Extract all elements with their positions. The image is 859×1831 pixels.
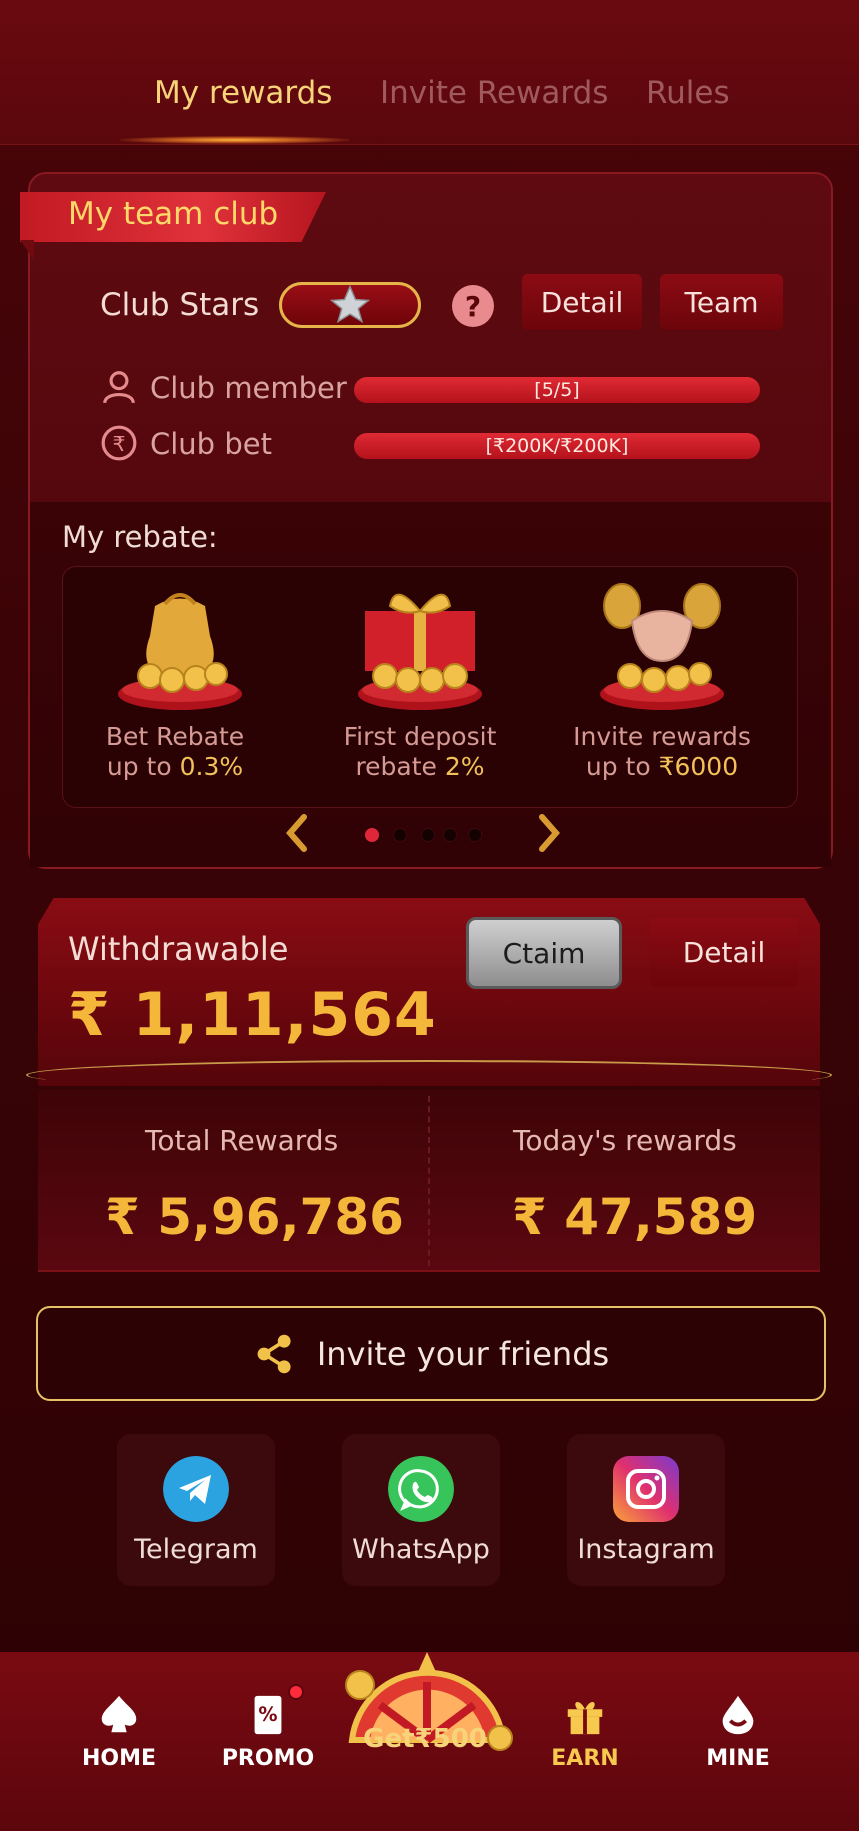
handshake-icon: [600, 583, 724, 710]
rebate-item-deposit: First deposit rebate 2%: [305, 722, 535, 782]
carousel-dot[interactable]: [365, 828, 379, 842]
share-icon: [257, 1334, 291, 1373]
totals-divider: [428, 1096, 430, 1266]
rebate-item-value: ₹6000: [658, 752, 739, 781]
rebate-item-invite: Invite rewards up to ₹6000: [547, 722, 777, 782]
carousel-dot[interactable]: [443, 828, 457, 842]
carousel-dot[interactable]: [393, 828, 407, 842]
tab-invite-rewards[interactable]: Invite Rewards: [380, 75, 608, 111]
invite-friends-button[interactable]: Invite your friends: [36, 1306, 826, 1401]
club-title: My team club: [68, 196, 279, 232]
club-member-label: Club member: [150, 371, 347, 405]
rebate-item-value: 2%: [444, 752, 485, 781]
carousel-dot[interactable]: [468, 828, 482, 842]
nav-mine-label: MINE: [706, 1746, 770, 1771]
withdrawable-amount: ₹ 1,11,564: [68, 980, 437, 1050]
rebate-item-bet: Bet Rebate up to 0.3%: [60, 722, 290, 782]
nav-earn[interactable]: EARN: [525, 1692, 645, 1771]
whatsapp-label: WhatsApp: [352, 1534, 490, 1565]
share-telegram[interactable]: Telegram: [117, 1434, 275, 1586]
instagram-icon: [613, 1456, 679, 1522]
spade-icon: [101, 1695, 137, 1733]
rupee-icon: ₹: [101, 425, 137, 461]
tab-rules[interactable]: Rules: [646, 75, 730, 111]
rebate-item-value: 0.3%: [179, 752, 244, 781]
profile-drop-icon: [722, 1695, 754, 1735]
rebate-label: My rebate:: [62, 520, 218, 554]
instagram-label: Instagram: [577, 1534, 715, 1565]
share-instagram[interactable]: Instagram: [567, 1434, 725, 1586]
tab-my-rewards[interactable]: My rewards: [154, 75, 332, 111]
total-rewards-amount: ₹ 5,96,786: [105, 1188, 404, 1246]
nav-promo-label: PROMO: [221, 1746, 315, 1771]
club-detail-button[interactable]: Detail: [522, 274, 642, 330]
chevron-right-icon[interactable]: [530, 813, 564, 853]
user-icon: [103, 371, 135, 404]
rebate-item-prefix: up to: [106, 752, 180, 781]
tab-bar: [0, 0, 859, 145]
money-bag-icon: [118, 593, 242, 710]
carousel-dot[interactable]: [421, 828, 435, 842]
rebate-item-prefix: up to: [585, 752, 659, 781]
notification-dot: [288, 1684, 304, 1700]
active-tab-indicator: [120, 136, 350, 144]
whatsapp-icon: [388, 1456, 454, 1522]
gold-divider: [26, 1060, 832, 1090]
rebate-item-prefix: rebate: [355, 752, 445, 781]
club-team-button[interactable]: Team: [660, 274, 783, 330]
help-icon[interactable]: ?: [452, 285, 494, 327]
nav-home[interactable]: HOME: [59, 1692, 179, 1771]
get-bonus-label[interactable]: Get₹500: [350, 1724, 500, 1754]
share-whatsapp[interactable]: WhatsApp: [342, 1434, 500, 1586]
chevron-left-icon[interactable]: [282, 813, 316, 853]
telegram-icon: [163, 1456, 229, 1522]
telegram-label: Telegram: [134, 1534, 258, 1565]
nav-home-label: HOME: [81, 1746, 157, 1771]
today-rewards-amount: ₹ 47,589: [512, 1188, 758, 1246]
rebate-item-sub: up to ₹6000: [547, 752, 777, 782]
rebate-item-title: Bet Rebate: [105, 722, 245, 751]
rebate-item-sub: up to 0.3%: [60, 752, 290, 782]
gift-box-icon: [358, 593, 482, 710]
club-stars-label: Club Stars: [100, 287, 260, 323]
withdrawable-label: Withdrawable: [68, 930, 289, 968]
withdraw-detail-button[interactable]: Detail: [650, 918, 798, 986]
nav-earn-label: EARN: [551, 1746, 619, 1771]
today-rewards-label: Today's rewards: [513, 1124, 737, 1157]
promo-ticket-icon: %: [254, 1695, 282, 1735]
invite-friends-label: Invite your friends: [316, 1334, 610, 1373]
svg-text:%: %: [258, 1703, 277, 1726]
total-rewards-label: Total Rewards: [145, 1124, 339, 1157]
rebate-item-sub: rebate 2%: [305, 752, 535, 782]
rebate-item-title: Invite rewards: [573, 722, 751, 751]
club-bet-progress: [₹200K/₹200K]: [354, 433, 760, 459]
svg-text:₹: ₹: [112, 432, 125, 456]
club-bet-label: Club bet: [150, 427, 272, 461]
club-member-progress: [5/5]: [354, 377, 760, 403]
claim-button[interactable]: Ctaim: [466, 917, 622, 989]
gift-icon: [567, 1701, 603, 1735]
nav-promo[interactable]: % PROMO: [208, 1692, 328, 1771]
star-icon: [329, 284, 371, 324]
nav-mine[interactable]: MINE: [678, 1692, 798, 1771]
rebate-item-title: First deposit: [343, 722, 497, 751]
